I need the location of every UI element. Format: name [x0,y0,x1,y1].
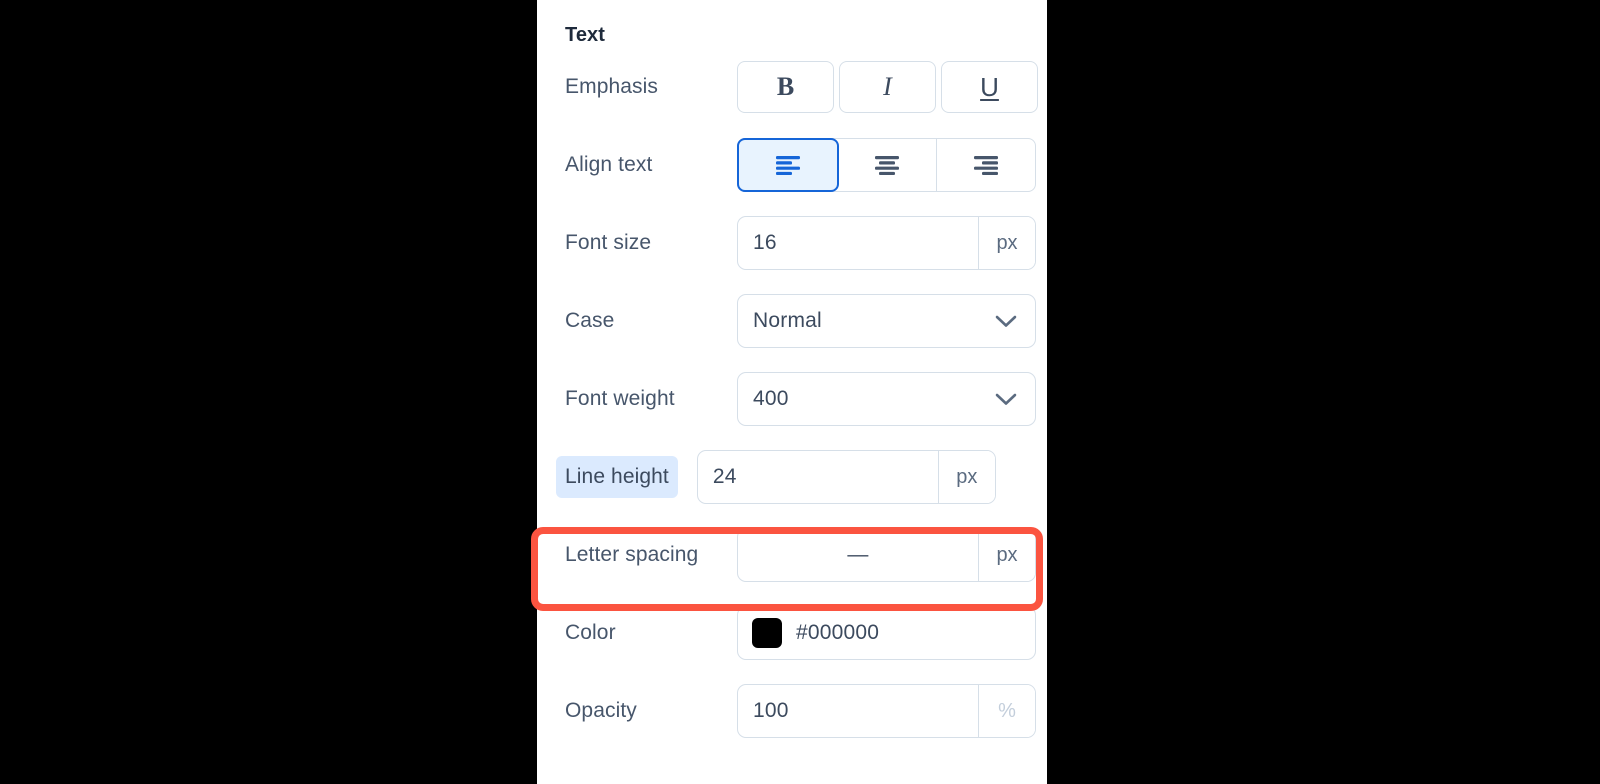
opacity-row: Opacity 100 % [565,672,1036,750]
color-swatch[interactable] [752,618,782,648]
font-weight-label: Font weight [565,387,675,411]
case-select[interactable]: Normal [737,294,1036,348]
font-size-row: Font size 16 px [565,204,1036,282]
letter-spacing-field[interactable]: — px [737,528,1036,582]
align-center-icon [875,156,899,175]
emphasis-label: Emphasis [565,75,659,99]
font-size-input[interactable]: 16 [738,217,978,269]
align-right-icon [974,156,998,175]
align-right-button[interactable] [937,139,1035,191]
line-height-row: Line height 24 px [556,438,1031,516]
font-weight-control: 400 [737,372,1036,426]
color-field[interactable]: #000000 [737,606,1036,660]
align-text-row: Align text [565,126,1036,204]
screen: Text Emphasis B I U Align text Font size… [0,0,1600,784]
font-size-unit: px [978,217,1035,269]
line-height-label: Line height [556,456,678,498]
color-input-inner[interactable]: #000000 [738,607,1035,659]
case-control: Normal [737,294,1036,348]
case-select-inner[interactable]: Normal [738,295,1035,347]
underline-button[interactable]: U [941,61,1038,113]
font-weight-select-inner[interactable]: 400 [738,373,1035,425]
chevron-down-icon [995,315,1017,327]
opacity-label: Opacity [565,699,637,723]
line-height-unit: px [937,451,995,503]
opacity-control: 100 % [737,684,1036,738]
page-title: Text [565,24,606,46]
opacity-input[interactable]: 100 [738,685,978,737]
opacity-field[interactable]: 100 % [737,684,1036,738]
font-size-label: Font size [565,231,652,255]
case-value: Normal [753,309,822,332]
case-row: Case Normal [565,282,1036,360]
font-weight-select[interactable]: 400 [737,372,1036,426]
chevron-down-icon [995,393,1017,405]
color-value: #000000 [796,621,880,644]
case-label: Case [565,309,615,333]
align-left-icon [776,156,800,175]
color-row: Color #000000 [565,594,1036,672]
text-properties-panel: Text Emphasis B I U Align text Font size… [537,0,1047,784]
bold-button[interactable]: B [737,61,834,113]
emphasis-button-group: B I U [737,61,1038,113]
font-size-field[interactable]: 16 px [737,216,1036,270]
align-text-label: Align text [565,153,653,177]
align-left-button[interactable] [737,138,839,192]
italic-button[interactable]: I [839,61,936,113]
align-text-control [737,138,1036,192]
emphasis-control: B I U [737,61,1038,113]
color-label: Color [565,621,616,645]
color-control: #000000 [737,606,1036,660]
letter-spacing-row: Letter spacing — px [565,516,1036,594]
emphasis-row: Emphasis B I U [565,48,1038,126]
line-height-input[interactable]: 24 [698,451,938,503]
font-weight-value: 400 [753,387,789,410]
letter-spacing-unit: px [978,529,1035,581]
opacity-unit: % [978,685,1035,737]
letter-spacing-control: — px [737,528,1036,582]
font-weight-row: Font weight 400 [565,360,1036,438]
align-center-button[interactable] [838,139,937,191]
font-size-control: 16 px [737,216,1036,270]
line-height-field[interactable]: 24 px [696,450,996,504]
line-height-control: 24 px [696,450,1031,504]
letter-spacing-label: Letter spacing [565,542,699,566]
align-button-group [737,138,1036,192]
letter-spacing-input[interactable]: — [738,529,978,581]
